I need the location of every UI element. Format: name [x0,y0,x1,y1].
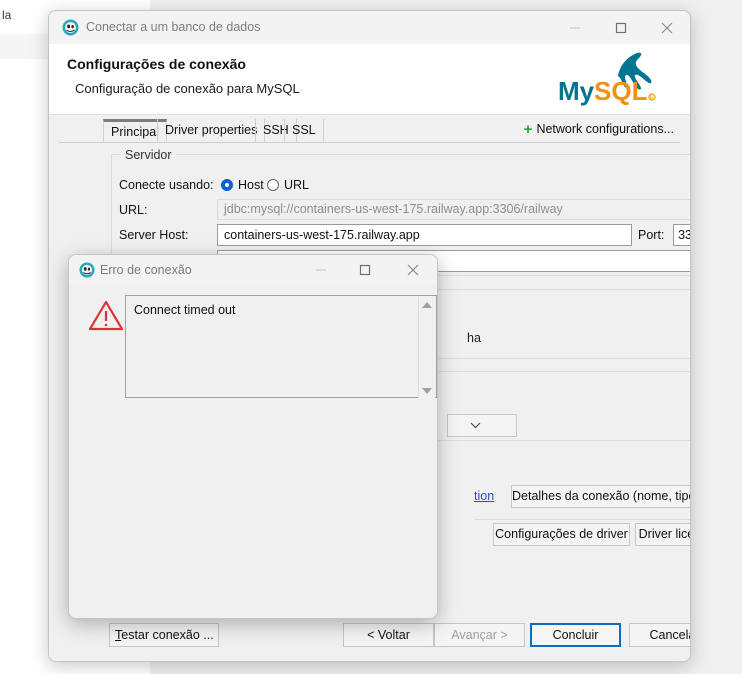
error-message-box: Connect timed out [125,295,437,398]
svg-text:SQL: SQL [594,76,648,106]
page-subtitle: Configuração de conexão para MySQL [75,81,300,96]
connection-error-dialog: Erro de conexão Connect timed out [68,254,438,619]
scroll-up-icon[interactable] [419,297,435,313]
save-password-label-fragment: ha [467,331,481,345]
divider [474,519,690,520]
mysql-logo: My SQL R [556,46,676,112]
connect-using-label: Conecte usando: [119,178,214,192]
wizard-title: Conectar a um banco de dados [86,20,261,34]
url-label: URL: [119,203,148,217]
maximize-icon[interactable] [598,11,644,44]
dbeaver-icon [62,19,79,36]
svg-text:My: My [558,76,595,106]
back-button[interactable]: < Voltar [343,623,434,647]
finish-button[interactable]: Concluir [530,623,621,647]
warning-triangle-icon [88,299,124,332]
cancel-button[interactable]: Cancelar [629,623,690,647]
connection-link-fragment[interactable]: tion [474,489,494,503]
chevron-down-icon [470,422,481,429]
error-dialog-title: Erro de conexão [100,263,192,277]
scroll-down-icon[interactable] [419,382,435,398]
driver-settings-button[interactable]: Configurações de driver [493,523,630,546]
tab-driver-properties[interactable]: Driver properties [157,119,266,142]
radio-url-label: URL [284,178,310,192]
network-configurations-link[interactable]: + Network configurations... [524,121,674,138]
next-button: Avançar > [434,623,525,647]
test-connection-button[interactable]: Testar conexão ... [109,623,219,647]
error-titlebar: Erro de conexão [69,255,437,285]
port-label: Port: [638,228,665,242]
wizard-header: Configurações de conexão Configuração de… [49,44,690,115]
background-tab-label: la [2,8,12,22]
plus-icon: + [523,121,533,138]
server-host-input[interactable]: containers-us-west-175.railway.app [217,224,632,246]
page-title: Configurações de conexão [67,56,246,72]
server-group-legend: Servidor [121,148,176,162]
minimize-icon[interactable] [552,11,598,44]
svg-text:R: R [650,95,654,101]
connection-details-button[interactable]: Detalhes da conexão (nome, tipo, ...) [511,485,690,508]
background-right-gutter [690,0,742,674]
server-host-label: Server Host: [119,228,189,242]
wizard-titlebar: Conectar a um banco de dados [49,11,690,44]
maximize-icon[interactable] [343,255,387,285]
url-input[interactable]: jdbc:mysql://containers-us-west-175.rail… [217,199,690,220]
advanced-combobox[interactable] [447,414,517,437]
radio-url[interactable]: URL [267,178,309,192]
driver-license-button[interactable]: Driver license [635,523,690,546]
port-input[interactable]: 3306 [673,224,690,246]
tab-ssl[interactable]: SSL [284,119,324,142]
minimize-icon[interactable] [299,255,343,285]
close-icon[interactable] [391,255,435,285]
error-message-scrollbar[interactable] [418,297,435,398]
radio-host-label: Host [238,178,264,192]
radio-host-dot [221,179,233,191]
close-icon[interactable] [644,11,690,44]
dbeaver-icon [79,262,95,278]
radio-url-dot [267,179,279,191]
test-connection-label: estar conexão ... [121,628,214,642]
network-configurations-label: Network configurations... [536,122,674,136]
error-message-text: Connect timed out [134,303,236,317]
radio-host[interactable]: Host [221,178,264,192]
